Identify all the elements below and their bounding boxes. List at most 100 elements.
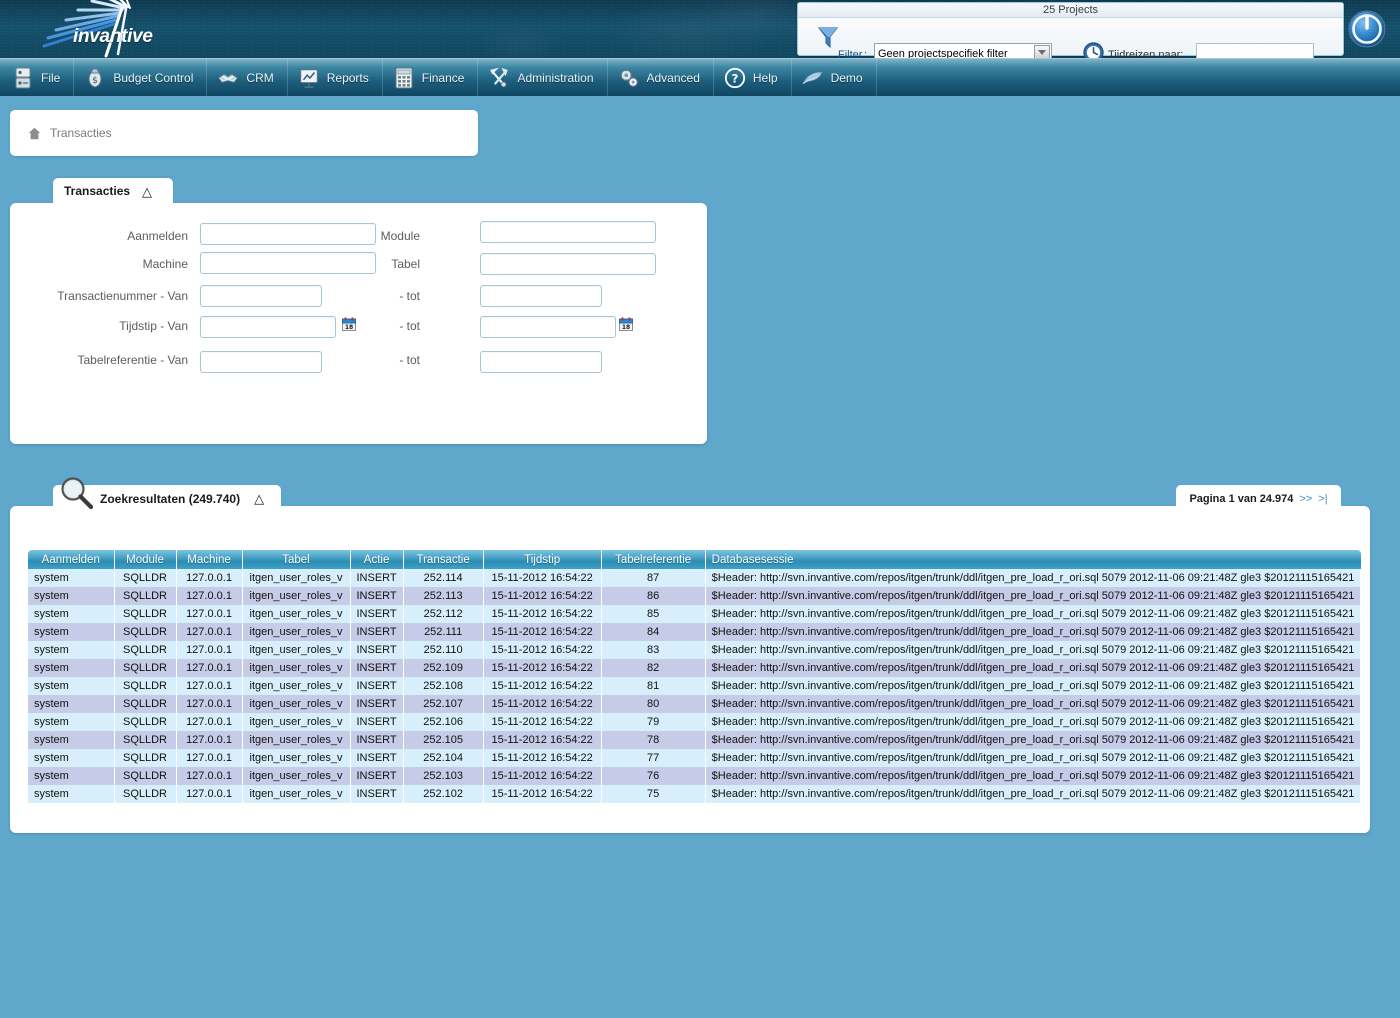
- menu-item-crm[interactable]: CRM: [207, 59, 287, 97]
- cell-module: SQLLDR: [114, 767, 176, 785]
- column-header-transactie[interactable]: Transactie: [403, 550, 483, 569]
- column-header-aanmelden[interactable]: Aanmelden: [28, 550, 114, 569]
- tab-zoekresultaten-label: Zoekresultaten (249.740): [100, 492, 240, 506]
- menu-label-crm: CRM: [246, 71, 273, 85]
- menu-item-reports[interactable]: Reports: [288, 59, 383, 97]
- table-row[interactable]: systemSQLLDR127.0.0.1itgen_user_roles_vI…: [28, 569, 1361, 587]
- cell-transactie: 252.104: [403, 749, 483, 767]
- table-row[interactable]: systemSQLLDR127.0.0.1itgen_user_roles_vI…: [28, 587, 1361, 605]
- money-bag-icon: $: [84, 66, 106, 90]
- menu-item-file[interactable]: File: [0, 59, 74, 97]
- cell-transactie: 252.106: [403, 713, 483, 731]
- cell-aanmelden: system: [28, 677, 114, 695]
- input-module[interactable]: [480, 221, 656, 243]
- breadcrumb-label[interactable]: Transacties: [50, 126, 112, 140]
- input-tabelreferentie-tot[interactable]: [480, 351, 602, 373]
- power-off-button[interactable]: [1348, 10, 1386, 48]
- column-header-tijdstip[interactable]: Tijdstip: [483, 550, 601, 569]
- chevron-down-icon[interactable]: [1034, 45, 1050, 58]
- table-row[interactable]: systemSQLLDR127.0.0.1itgen_user_roles_vI…: [28, 785, 1361, 803]
- table-row[interactable]: systemSQLLDR127.0.0.1itgen_user_roles_vI…: [28, 749, 1361, 767]
- cell-actie: INSERT: [350, 641, 403, 659]
- cell-aanmelden: system: [28, 587, 114, 605]
- menu-item-finance[interactable]: Finance: [383, 59, 479, 97]
- cell-transactie: 252.108: [403, 677, 483, 695]
- tab-transacties[interactable]: Transacties △: [53, 178, 173, 204]
- column-header-machine[interactable]: Machine: [176, 550, 242, 569]
- cell-databasesessie: $Header: http://svn.invantive.com/repos/…: [705, 641, 1361, 659]
- column-header-module[interactable]: Module: [114, 550, 176, 569]
- calendar-icon-tot[interactable]: 18: [619, 317, 633, 331]
- cell-aanmelden: system: [28, 749, 114, 767]
- cell-tabelreferentie: 76: [601, 767, 705, 785]
- table-row[interactable]: systemSQLLDR127.0.0.1itgen_user_roles_vI…: [28, 731, 1361, 749]
- cell-tabelreferentie: 87: [601, 569, 705, 587]
- cell-tabel: itgen_user_roles_v: [242, 587, 350, 605]
- calculator-icon: [393, 66, 415, 90]
- table-row[interactable]: systemSQLLDR127.0.0.1itgen_user_roles_vI…: [28, 713, 1361, 731]
- table-row[interactable]: systemSQLLDR127.0.0.1itgen_user_roles_vI…: [28, 767, 1361, 785]
- filter-link[interactable]: Filter: [838, 49, 862, 58]
- cell-actie: INSERT: [350, 677, 403, 695]
- input-transactienummer-tot[interactable]: [480, 285, 602, 307]
- cell-transactie: 252.105: [403, 731, 483, 749]
- menu-item-help[interactable]: ? Help: [714, 59, 792, 97]
- column-header-databasesessie[interactable]: Databasesessie: [705, 550, 1361, 569]
- project-filter-select[interactable]: Geen projectspecifiek filter: [874, 43, 1052, 58]
- calendar-icon-van[interactable]: 18: [342, 317, 356, 331]
- table-row[interactable]: systemSQLLDR127.0.0.1itgen_user_roles_vI…: [28, 623, 1361, 641]
- time-travel-input[interactable]: [1196, 43, 1314, 58]
- menu-item-administration[interactable]: Administration: [478, 59, 607, 97]
- cell-actie: INSERT: [350, 785, 403, 803]
- column-header-actie[interactable]: Actie: [350, 550, 403, 569]
- cell-aanmelden: system: [28, 569, 114, 587]
- cell-aanmelden: system: [28, 605, 114, 623]
- time-travel-clock-icon[interactable]: [1083, 42, 1104, 58]
- cell-tabel: itgen_user_roles_v: [242, 677, 350, 695]
- table-row[interactable]: systemSQLLDR127.0.0.1itgen_user_roles_vI…: [28, 677, 1361, 695]
- cell-module: SQLLDR: [114, 785, 176, 803]
- cell-machine: 127.0.0.1: [176, 623, 242, 641]
- cell-module: SQLLDR: [114, 731, 176, 749]
- cell-actie: INSERT: [350, 605, 403, 623]
- search-form-panel: Aanmelden Module Machine Tabel Transacti…: [10, 203, 707, 444]
- column-header-tabelreferentie[interactable]: Tabelreferentie: [601, 550, 705, 569]
- input-tijdstip-tot[interactable]: [480, 316, 616, 338]
- next-page-button[interactable]: >>: [1299, 493, 1312, 505]
- app-logo[interactable]: invantive: [20, 0, 190, 58]
- home-icon[interactable]: [28, 127, 41, 140]
- table-row[interactable]: systemSQLLDR127.0.0.1itgen_user_roles_vI…: [28, 605, 1361, 623]
- cell-tabelreferentie: 81: [601, 677, 705, 695]
- last-page-button[interactable]: >|: [1318, 493, 1327, 505]
- input-tabel[interactable]: [480, 253, 656, 275]
- menu-item-demo[interactable]: Demo: [792, 59, 877, 97]
- cell-tabelreferentie: 85: [601, 605, 705, 623]
- cell-tabel: itgen_user_roles_v: [242, 659, 350, 677]
- label-tijdstip-tot: - tot: [380, 315, 420, 337]
- column-header-tabel[interactable]: Tabel: [242, 550, 350, 569]
- table-row[interactable]: systemSQLLDR127.0.0.1itgen_user_roles_vI…: [28, 695, 1361, 713]
- input-tabelreferentie-van[interactable]: [200, 351, 322, 373]
- cell-actie: INSERT: [350, 731, 403, 749]
- chevron-up-icon[interactable]: △: [142, 185, 152, 198]
- cell-databasesessie: $Header: http://svn.invantive.com/repos/…: [705, 677, 1361, 695]
- cell-aanmelden: system: [28, 659, 114, 677]
- label-tijdstip-van: Tijdstip - Van: [48, 315, 188, 337]
- cell-aanmelden: system: [28, 695, 114, 713]
- cell-transactie: 252.102: [403, 785, 483, 803]
- cell-tabelreferentie: 80: [601, 695, 705, 713]
- table-row[interactable]: systemSQLLDR127.0.0.1itgen_user_roles_vI…: [28, 641, 1361, 659]
- cell-aanmelden: system: [28, 623, 114, 641]
- input-transactienummer-van[interactable]: [200, 285, 322, 307]
- input-tijdstip-van[interactable]: [200, 316, 336, 338]
- menu-item-budget-control[interactable]: $ Budget Control: [74, 59, 207, 97]
- label-module: Module: [340, 225, 420, 247]
- menu-label-finance: Finance: [422, 71, 465, 85]
- filter-funnel-icon[interactable]: [818, 26, 838, 48]
- chevron-up-icon[interactable]: △: [254, 492, 264, 505]
- table-row[interactable]: systemSQLLDR127.0.0.1itgen_user_roles_vI…: [28, 659, 1361, 677]
- cell-tabel: itgen_user_roles_v: [242, 767, 350, 785]
- cell-machine: 127.0.0.1: [176, 587, 242, 605]
- cell-module: SQLLDR: [114, 569, 176, 587]
- menu-item-advanced[interactable]: Advanced: [608, 59, 714, 97]
